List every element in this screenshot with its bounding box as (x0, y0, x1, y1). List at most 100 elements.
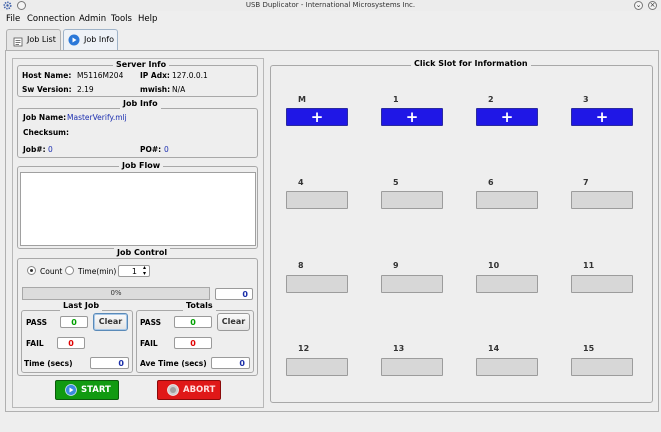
slot-label: M (298, 95, 306, 104)
last-job-time-label: Time (secs) (24, 359, 73, 368)
mwish-label: mwish: (140, 85, 171, 94)
minimize-icon[interactable]: ⌄ (634, 1, 643, 10)
po-number-value: 0 (164, 145, 169, 154)
last-job-clear-button[interactable]: Clear (93, 313, 128, 331)
count-radio[interactable] (27, 266, 36, 275)
slot-button[interactable] (381, 275, 443, 293)
slots-panel-title: Click Slot for Information (411, 59, 531, 69)
job-number-value: 0 (48, 145, 53, 154)
ip-label: IP Adx: (140, 71, 170, 80)
start-button[interactable]: START (55, 380, 119, 400)
spin-down-icon[interactable]: ▾ (143, 271, 146, 277)
last-job-fail-label: FAIL (26, 339, 44, 348)
window-titlebar: USB Duplicator - International Microsyst… (0, 0, 661, 11)
job-info-icon (68, 34, 80, 46)
tab-job-info[interactable]: Job Info (63, 29, 118, 50)
job-list-icon (13, 35, 23, 47)
last-job-fail-field[interactable]: 0 (57, 337, 85, 349)
host-name-label: Host Name: (22, 71, 72, 80)
window-title: USB Duplicator - International Microsyst… (245, 1, 416, 9)
totals-pass-label: PASS (140, 318, 162, 327)
tab-job-info-label: Job Info (84, 35, 115, 44)
slot-label: 6 (488, 178, 494, 187)
last-job-pass-field[interactable]: 0 (60, 316, 88, 328)
checksum-label: Checksum: (23, 128, 69, 137)
slot-button[interactable] (476, 191, 538, 209)
time-label: Time(min) (78, 267, 117, 276)
start-icon (65, 384, 77, 396)
slot-label: 11 (583, 261, 595, 270)
slot-label: 3 (583, 95, 589, 104)
slot-button[interactable]: + (476, 108, 538, 126)
slot-button[interactable] (286, 275, 348, 293)
abort-button[interactable]: ABORT (157, 380, 221, 400)
job-flow-area (20, 172, 256, 246)
menu-tools[interactable]: Tools (111, 13, 132, 25)
abort-label: ABORT (183, 385, 216, 395)
slot-label: 9 (393, 261, 399, 270)
slot-button[interactable] (571, 275, 633, 293)
slot-label: 5 (393, 178, 399, 187)
slot-button[interactable] (476, 358, 538, 376)
server-info-title: Server Info (113, 60, 170, 70)
slot-button[interactable] (571, 358, 633, 376)
slot-label: 14 (488, 344, 500, 353)
slot-button[interactable] (381, 358, 443, 376)
sw-version-value: 2.19 (77, 85, 94, 94)
last-job-time-field[interactable]: 0 (90, 357, 129, 369)
slot-label: 2 (488, 95, 494, 104)
slot-plus-icon: + (500, 108, 514, 126)
last-job-title: Last Job (60, 301, 103, 311)
menu-admin[interactable]: Admin (79, 13, 106, 25)
slot-plus-icon: + (405, 108, 419, 126)
totals-ave-time-field[interactable]: 0 (211, 357, 250, 369)
totals-fail-label: FAIL (140, 339, 158, 348)
tab-job-list-label: Job List (27, 35, 56, 44)
count-field[interactable]: 0 (215, 288, 253, 300)
job-control-title: Job Control (114, 248, 171, 258)
job-info-title: Job Info (120, 99, 161, 109)
abort-icon (167, 384, 179, 396)
slot-label: 8 (298, 261, 304, 270)
slot-label: 7 (583, 178, 589, 187)
totals-pass-field[interactable]: 0 (174, 316, 212, 328)
slot-button[interactable]: + (286, 108, 348, 126)
job-name-label: Job Name: (23, 113, 67, 122)
last-job-pass-label: PASS (26, 318, 48, 327)
count-label: Count (40, 267, 63, 276)
slot-button[interactable] (476, 275, 538, 293)
slot-button[interactable] (571, 191, 633, 209)
time-radio[interactable] (65, 266, 74, 275)
slot-label: 15 (583, 344, 595, 353)
slot-label: 12 (298, 344, 310, 353)
slot-label: 1 (393, 95, 399, 104)
slot-button[interactable]: + (381, 108, 443, 126)
slot-button[interactable] (381, 191, 443, 209)
totals-title: Totals (183, 301, 216, 311)
job-flow-title: Job Flow (119, 161, 164, 171)
menu-connection[interactable]: Connection (27, 13, 75, 25)
slot-button[interactable] (286, 191, 348, 209)
totals-fail-field[interactable]: 0 (174, 337, 212, 349)
po-number-label: PO#: (140, 145, 162, 154)
totals-clear-button[interactable]: Clear (217, 313, 250, 331)
menu-help[interactable]: Help (138, 13, 157, 25)
start-label: START (81, 385, 111, 395)
slot-plus-icon: + (310, 108, 324, 126)
menu-bar: File Connection Admin Tools Help (0, 11, 661, 27)
progress-bar: 0% (22, 287, 210, 300)
slot-button[interactable] (286, 358, 348, 376)
sw-version-label: Sw Version: (22, 85, 72, 94)
job-number-label: Job#: (23, 145, 46, 154)
ip-value: 127.0.0.1 (172, 71, 208, 80)
slot-button[interactable]: + (571, 108, 633, 126)
slot-label: 4 (298, 178, 304, 187)
tab-job-list[interactable]: Job List (6, 29, 61, 50)
slot-label: 10 (488, 261, 500, 270)
job-name-value: MasterVerify.mlj (67, 113, 127, 122)
progress-text: 0% (110, 289, 122, 297)
close-icon[interactable]: × (648, 1, 657, 10)
mwish-value: N/A (172, 85, 186, 94)
menu-file[interactable]: File (6, 13, 20, 25)
totals-ave-time-label: Ave Time (secs) (140, 359, 207, 368)
